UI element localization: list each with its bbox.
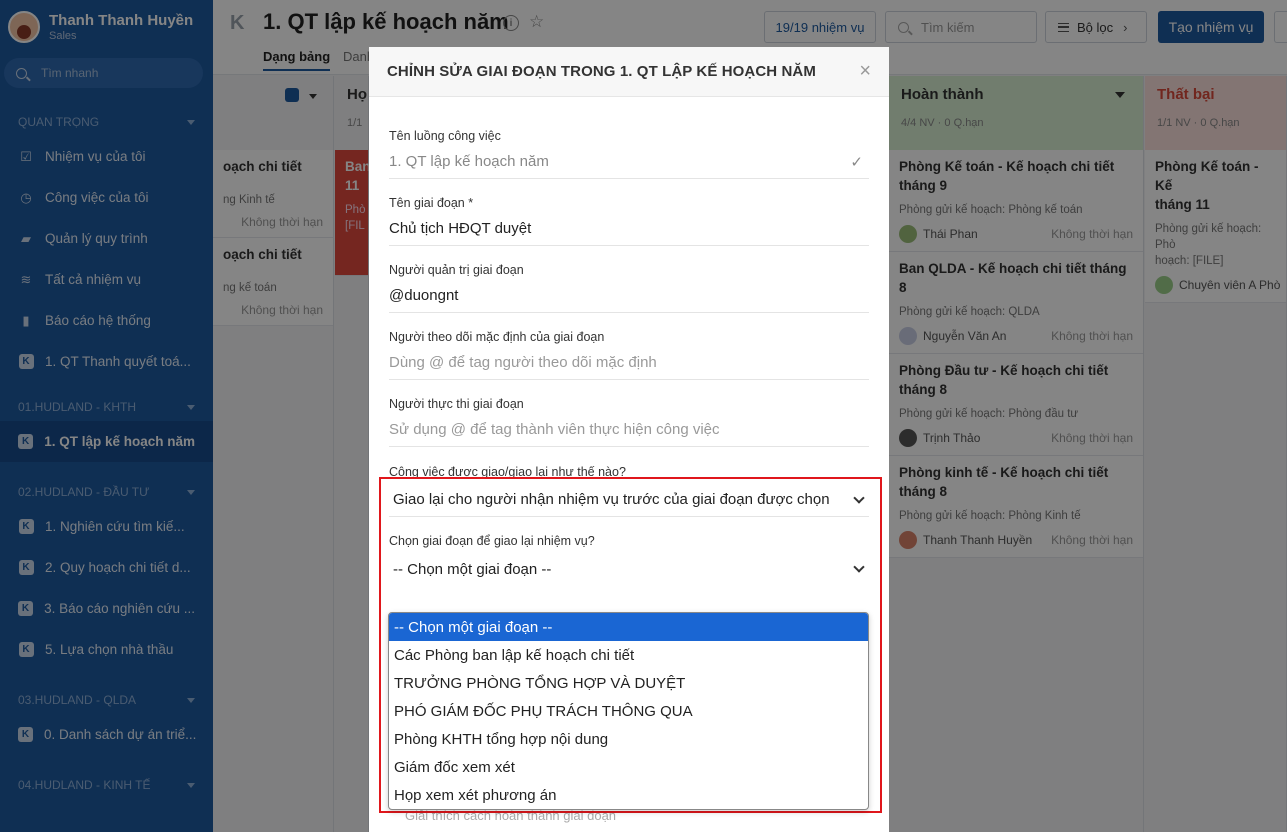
default-followers-field: Người theo dõi mặc định của giai đoạn Dù… xyxy=(389,313,869,380)
stage-executors-field: Người thực thi giai đoạn Sử dụng @ để ta… xyxy=(389,380,869,447)
stage-name-input[interactable]: Chủ tịch HĐQT duyệt xyxy=(389,212,869,246)
stage-name-field: Tên giai đoạn * Chủ tịch HĐQT duyệt xyxy=(389,179,869,246)
close-icon[interactable]: × xyxy=(859,60,871,83)
stage-option[interactable]: -- Chọn một giai đoạn -- xyxy=(389,613,868,641)
stage-option[interactable]: Họp xem xét phương án xyxy=(389,781,868,809)
stage-option[interactable]: PHÓ GIÁM ĐỐC PHỤ TRÁCH THÔNG QUA xyxy=(389,697,868,725)
stage-option[interactable]: Phòng KHTH tổng hợp nội dung xyxy=(389,725,868,753)
default-followers-input[interactable]: Dùng @ để tag người theo dõi mặc định xyxy=(389,346,869,380)
stage-admin-field: Người quản trị giai đoạn @duongnt xyxy=(389,246,869,313)
stage-option[interactable]: Giám đốc xem xét xyxy=(389,753,868,781)
workflow-name-field: Tên luồng công việc 1. QT lập kế hoạch n… xyxy=(389,97,869,179)
modal-title: CHỈNH SỬA GIAI ĐOẠN TRONG 1. QT LẬP KẾ H… xyxy=(387,63,816,80)
stage-options-list[interactable]: -- Chọn một giai đoạn -- Các Phòng ban l… xyxy=(388,612,869,810)
workflow-name-input[interactable]: 1. QT lập kế hoạch năm ✓ xyxy=(389,145,869,179)
stage-option[interactable]: Các Phòng ban lập kế hoạch chi tiết xyxy=(389,641,868,669)
stage-option[interactable]: TRƯỞNG PHÒNG TỔNG HỢP VÀ DUYỆT xyxy=(389,669,868,697)
stage-executors-input[interactable]: Sử dụng @ để tag thành viên thực hiện cô… xyxy=(389,413,869,447)
stage-admin-input[interactable]: @duongnt xyxy=(389,279,869,313)
check-icon: ✓ xyxy=(850,153,863,171)
